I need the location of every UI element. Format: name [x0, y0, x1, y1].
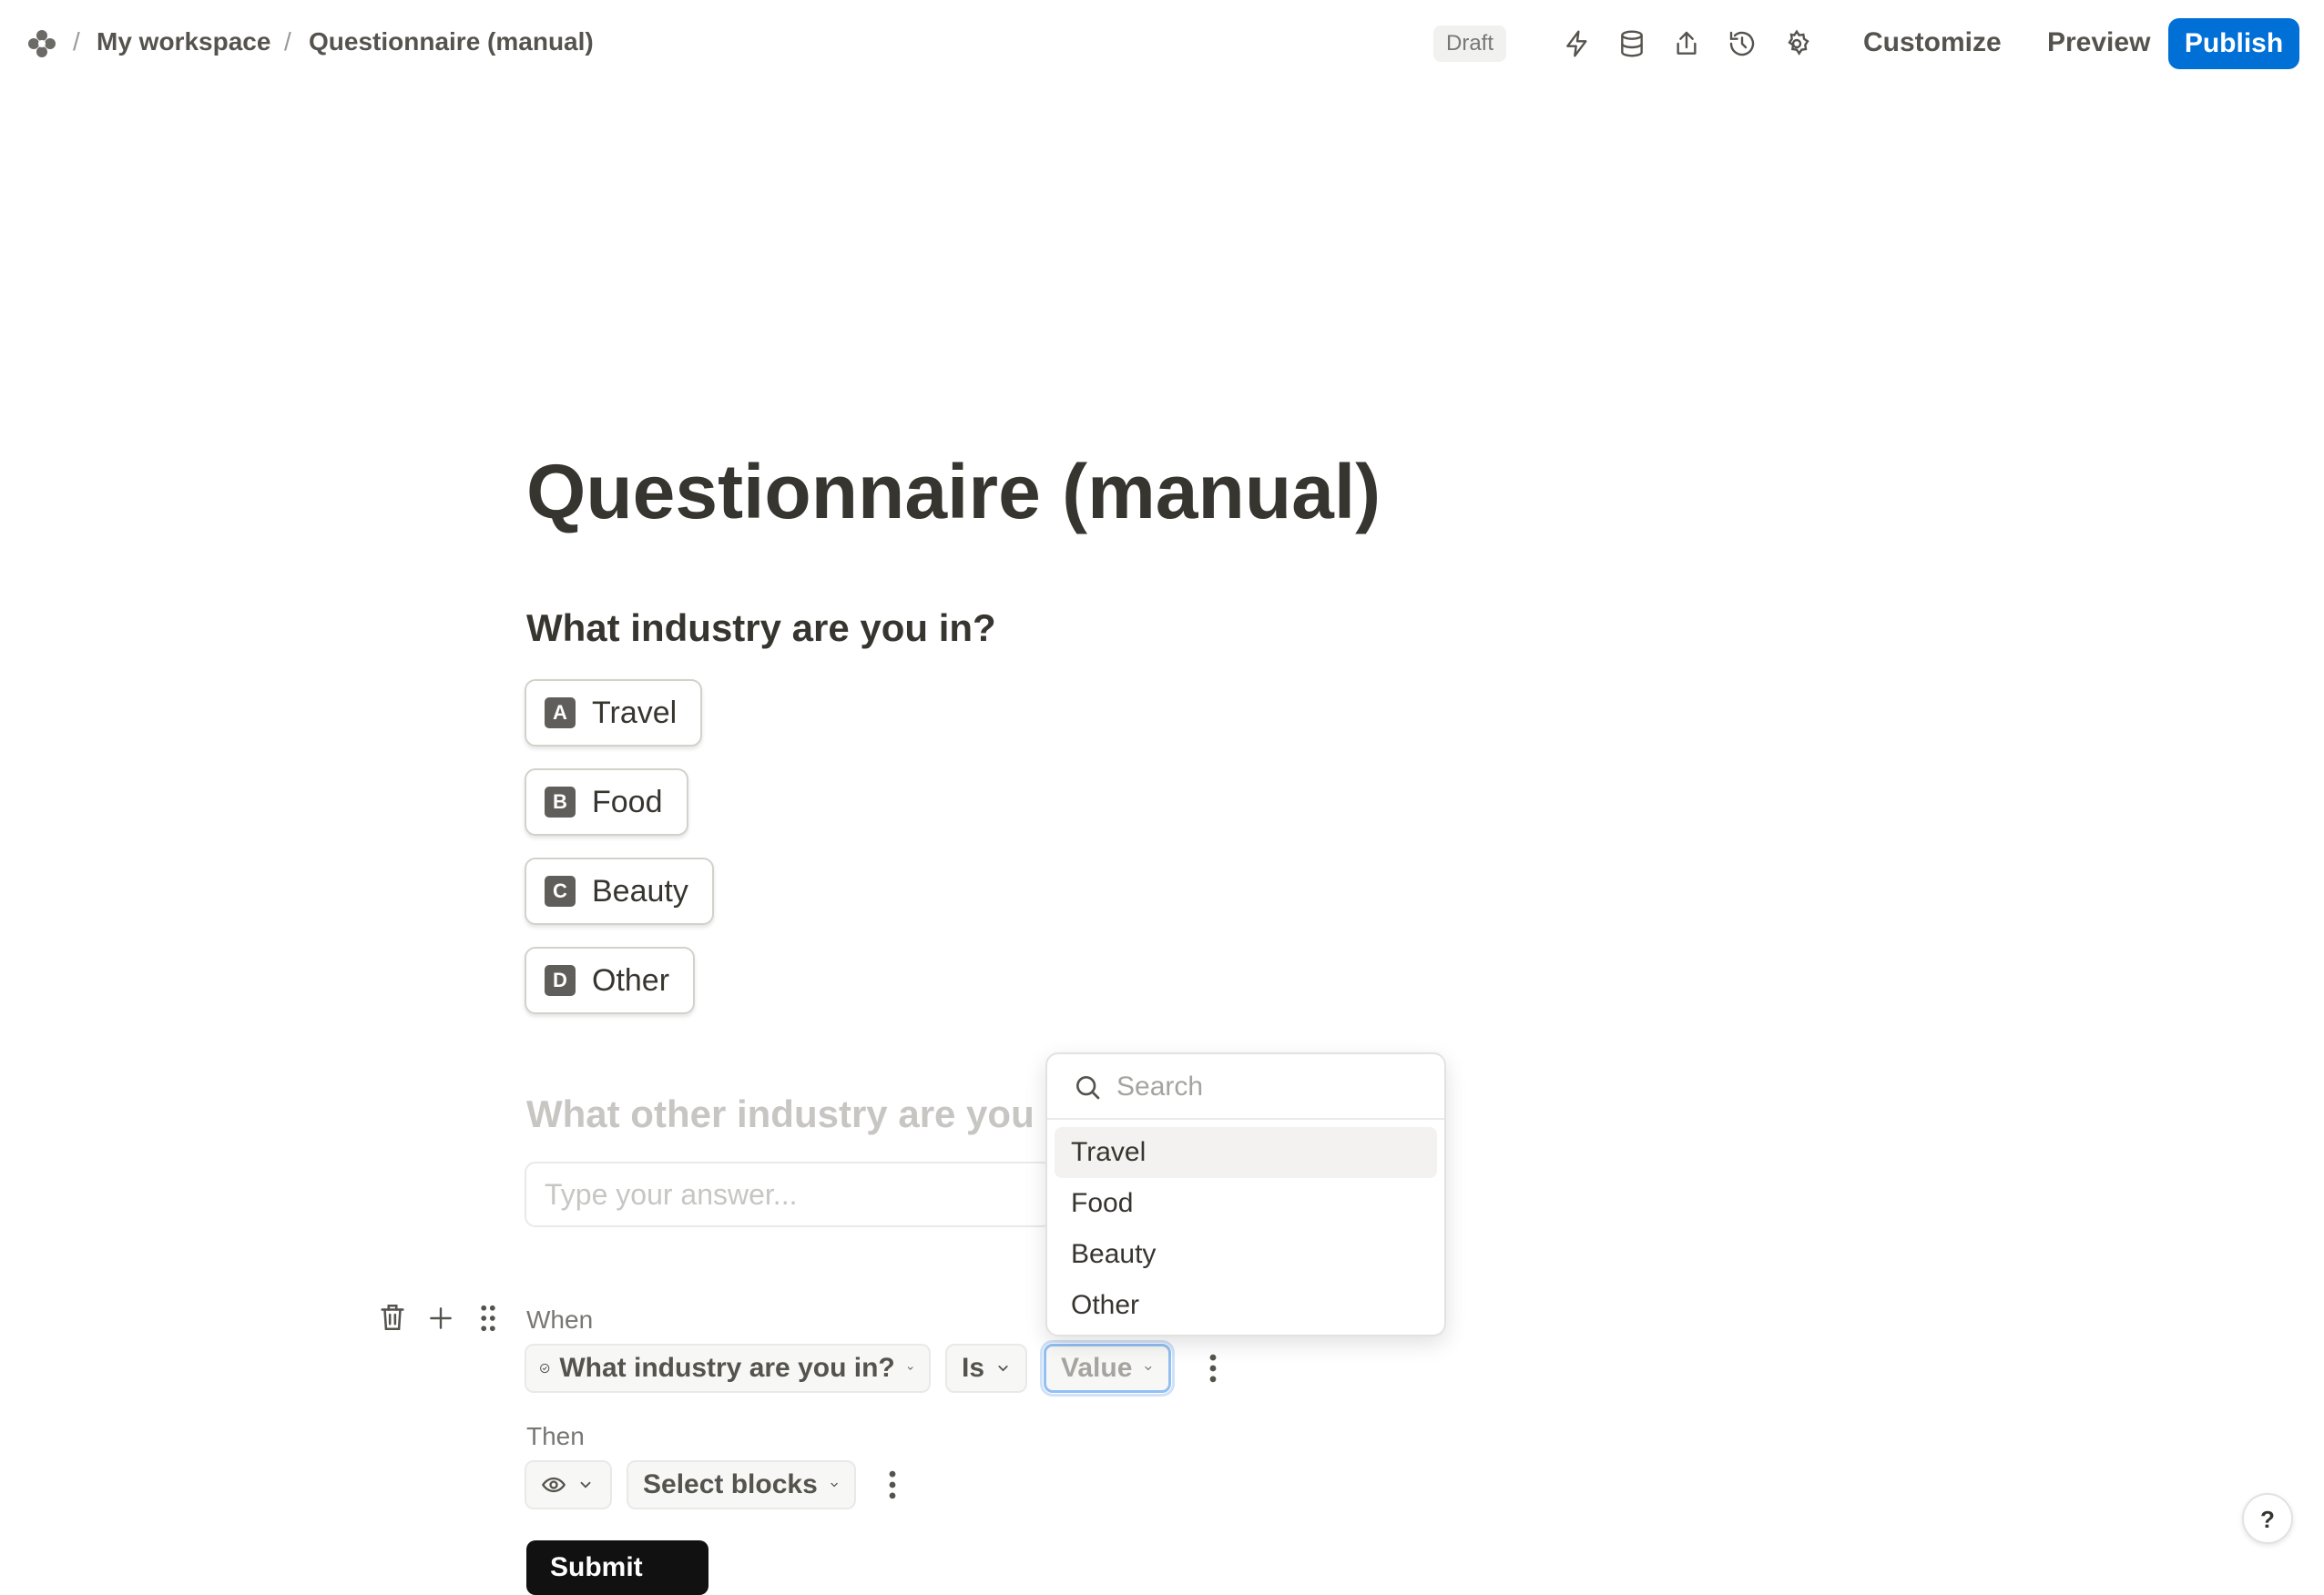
check-circle-icon [540, 1363, 550, 1374]
choice-key: A [545, 697, 576, 728]
chevron-down-icon [998, 1365, 1008, 1372]
lightning-icon[interactable] [1559, 25, 1595, 62]
settings-icon[interactable] [1779, 25, 1815, 62]
eye-icon [541, 1477, 566, 1493]
plus-icon[interactable] [426, 1304, 455, 1333]
dropdown-option[interactable]: Other [1055, 1280, 1437, 1331]
dropdown-option[interactable]: Travel [1055, 1127, 1437, 1178]
submit-label: Submit [550, 1552, 643, 1582]
condition-operator-select[interactable]: Is [945, 1344, 1027, 1393]
value-placeholder: Value [1061, 1353, 1133, 1383]
trash-icon[interactable] [377, 1302, 408, 1333]
operator-label: Is [962, 1353, 985, 1383]
choice-option[interactable]: A Travel [525, 679, 703, 747]
share-icon[interactable] [1668, 25, 1705, 62]
dropdown-search [1047, 1054, 1444, 1120]
form-title[interactable]: Questionnaire (manual) [526, 448, 1381, 536]
select-blocks-select[interactable]: Select blocks [627, 1460, 856, 1509]
condition-value-select[interactable]: Value [1040, 1340, 1175, 1397]
more-options-icon[interactable] [1200, 1353, 1226, 1384]
search-input[interactable] [1115, 1065, 1419, 1109]
chevron-down-icon [831, 1482, 838, 1488]
database-icon[interactable] [1614, 25, 1650, 62]
choice-label: Other [592, 962, 670, 998]
then-action-select[interactable] [525, 1460, 612, 1509]
choice-key: B [545, 787, 576, 818]
history-icon[interactable] [1724, 25, 1760, 62]
chevron-down-icon [907, 1366, 913, 1370]
dropdown-option[interactable]: Food [1055, 1178, 1437, 1229]
choice-key: C [545, 876, 576, 907]
chevron-down-icon [1145, 1366, 1152, 1371]
drag-handle-icon[interactable] [477, 1304, 499, 1333]
breadcrumb-separator: / [73, 27, 80, 56]
publish-button[interactable]: Publish [2168, 18, 2299, 69]
search-icon [1076, 1076, 1100, 1100]
choice-key: D [545, 965, 576, 996]
app-logo[interactable] [25, 27, 58, 60]
choice-option[interactable]: D Other [525, 947, 696, 1014]
breadcrumb-separator: / [284, 27, 291, 56]
submit-button[interactable]: Submit [526, 1540, 708, 1595]
select-blocks-label: Select blocks [643, 1469, 818, 1499]
help-button[interactable]: ? [2242, 1493, 2293, 1544]
choice-label: Food [592, 784, 663, 819]
customize-button[interactable]: Customize [1863, 27, 2002, 58]
then-label: Then [526, 1422, 585, 1450]
question-title[interactable]: What industry are you in? [526, 606, 996, 650]
condition-field-label: What industry are you in? [559, 1353, 895, 1383]
answer-input[interactable]: Type your answer... [525, 1162, 1053, 1227]
dropdown-option[interactable]: Beauty [1055, 1229, 1437, 1280]
breadcrumb-page[interactable]: Questionnaire (manual) [309, 27, 594, 56]
when-label: When [526, 1305, 594, 1334]
condition-field-select[interactable]: What industry are you in? [525, 1344, 931, 1393]
status-badge: Draft [1433, 25, 1507, 62]
question-title-conditional[interactable]: What other industry are you in? [526, 1092, 1102, 1136]
preview-button[interactable]: Preview [2047, 27, 2150, 58]
choice-label: Travel [592, 695, 678, 730]
breadcrumb-workspace[interactable]: My workspace [97, 27, 270, 56]
logo-icon [28, 30, 56, 57]
choice-label: Beauty [592, 873, 688, 909]
value-dropdown: Travel Food Beauty Other [1045, 1052, 1446, 1336]
choice-option[interactable]: B Food [525, 768, 688, 836]
more-options-icon[interactable] [880, 1469, 905, 1500]
chevron-down-icon [580, 1481, 591, 1488]
choice-option[interactable]: C Beauty [525, 858, 714, 925]
